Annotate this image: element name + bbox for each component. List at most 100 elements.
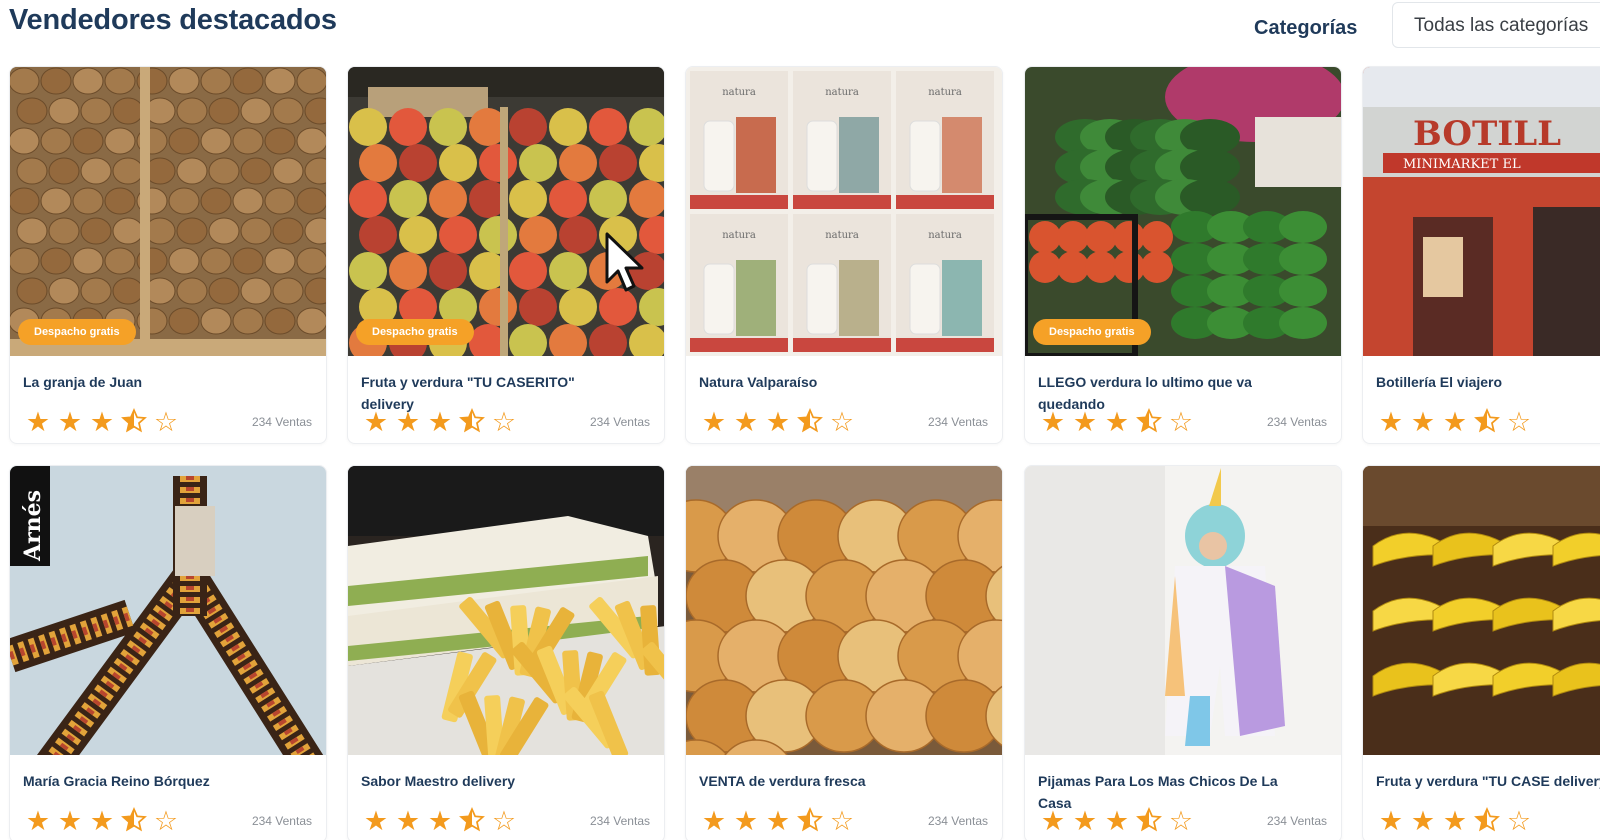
- seller-card[interactable]: natura natura natura natura natura natura Natu…: [685, 66, 1003, 444]
- star-half-icon: [457, 407, 487, 437]
- seller-image[interactable]: [1025, 67, 1341, 356]
- seller-name[interactable]: La granja de Juan: [23, 371, 268, 393]
- seller-name[interactable]: Sabor Maestro delivery: [361, 770, 606, 792]
- star-half-icon: [795, 806, 825, 836]
- apples-in-crates-image: [348, 67, 664, 356]
- seller-card[interactable]: VENTA de verdura fresca ★ ★ ★ ☆ 234 Ventas: [685, 465, 1003, 840]
- star-empty-icon: ☆: [1168, 407, 1194, 437]
- seller-card[interactable]: Pijamas Para Los Mas Chicos De La Casa ★ ★…: [1024, 465, 1342, 840]
- star-full-icon: ★: [1378, 407, 1404, 437]
- mouse-cursor-icon: [605, 232, 644, 292]
- star-full-icon: ★: [1040, 806, 1066, 836]
- star-half-icon: [1472, 407, 1502, 437]
- star-empty-icon: ☆: [1506, 407, 1532, 437]
- rating-stars: ★ ★ ★ ☆: [23, 407, 181, 437]
- seller-card[interactable]: Sabor Maestro delivery ★ ★ ★ ☆ 234 Ventas: [347, 465, 665, 840]
- star-full-icon: ★: [25, 806, 51, 836]
- svg-text:BOTILL: BOTILL: [1413, 114, 1561, 154]
- sales-count: 234 Ventas: [251, 415, 312, 429]
- star-empty-icon: ☆: [829, 806, 855, 836]
- star-full-icon: ★: [363, 407, 389, 437]
- free-shipping-badge: Despacho gratis: [356, 319, 474, 345]
- star-empty-icon: ☆: [829, 407, 855, 437]
- rating-stars: ★ ★ ★ ☆: [1376, 806, 1534, 836]
- vegetables-boxes-image: [1025, 67, 1341, 356]
- seller-name[interactable]: María Gracia Reino Bórquez: [23, 770, 268, 792]
- star-half-icon: [1472, 806, 1502, 836]
- svg-text:natura: natura: [825, 87, 859, 98]
- liquor-store-front-image: BOTILL MINIMARKET EL: [1363, 67, 1600, 356]
- sales-count: 234 Ventas: [589, 814, 650, 828]
- star-empty-icon: ☆: [1168, 806, 1194, 836]
- sales-count: 234 Ventas: [927, 415, 988, 429]
- svg-text:natura: natura: [928, 87, 962, 98]
- svg-text:natura: natura: [928, 230, 962, 241]
- star-full-icon: ★: [1104, 407, 1130, 437]
- seller-image[interactable]: [1025, 466, 1341, 755]
- star-full-icon: ★: [1378, 806, 1404, 836]
- star-full-icon: ★: [1442, 407, 1468, 437]
- star-full-icon: ★: [1410, 407, 1436, 437]
- star-full-icon: ★: [765, 806, 791, 836]
- sales-count: 234 Ventas: [589, 415, 650, 429]
- seller-card[interactable]: Despacho gratis La granja de Juan ★ ★ ★ ☆ 234 …: [9, 66, 327, 444]
- svg-text:natura: natura: [722, 230, 756, 241]
- star-full-icon: ★: [1040, 407, 1066, 437]
- star-empty-icon: ☆: [153, 407, 179, 437]
- sales-count: 234 Ventas: [927, 814, 988, 828]
- rating-stars: ★ ★ ★ ☆: [1038, 806, 1196, 836]
- star-full-icon: ★: [89, 407, 115, 437]
- rating-stars: ★ ★ ★ ☆: [1376, 407, 1534, 437]
- unicorn-pajamas-image: [1025, 466, 1341, 755]
- seller-image[interactable]: [1363, 466, 1600, 755]
- seller-card[interactable]: Fruta y verdura "TU CASE delivery★★★☆234…: [1362, 465, 1600, 840]
- star-full-icon: ★: [427, 407, 453, 437]
- rating-stars: ★ ★ ★ ☆: [699, 806, 857, 836]
- star-full-icon: ★: [395, 407, 421, 437]
- star-full-icon: ★: [1410, 806, 1436, 836]
- svg-text:Arnés: Arnés: [20, 490, 46, 562]
- sales-count: 234 Ventas: [1266, 415, 1327, 429]
- seller-image[interactable]: [348, 67, 664, 356]
- free-shipping-badge: Despacho gratis: [18, 319, 136, 345]
- star-full-icon: ★: [395, 806, 421, 836]
- seller-image[interactable]: BOTILL MINIMARKET EL: [1363, 67, 1600, 356]
- categories-label: Categorías: [1254, 17, 1358, 39]
- dog-harness-image: Arnés: [10, 466, 326, 755]
- star-full-icon: ★: [363, 806, 389, 836]
- star-half-icon: [457, 806, 487, 836]
- star-full-icon: ★: [427, 806, 453, 836]
- rating-stars: ★ ★ ★ ☆: [23, 806, 181, 836]
- star-half-icon: [119, 806, 149, 836]
- rating-stars: ★ ★ ★ ☆: [699, 407, 857, 437]
- seller-image[interactable]: [686, 466, 1002, 755]
- star-full-icon: ★: [701, 407, 727, 437]
- seller-name[interactable]: Botillería El viajero: [1376, 371, 1600, 393]
- seller-image[interactable]: natura natura natura natura natura natura: [686, 67, 1002, 356]
- seller-image[interactable]: [348, 466, 664, 755]
- rating-stars: ★ ★ ★ ☆: [361, 806, 519, 836]
- svg-text:MINIMARKET EL: MINIMARKET EL: [1403, 157, 1521, 172]
- star-half-icon: [1134, 407, 1164, 437]
- seller-name[interactable]: Natura Valparaíso: [699, 371, 944, 393]
- star-full-icon: ★: [733, 407, 759, 437]
- star-full-icon: ★: [1104, 806, 1130, 836]
- seller-name[interactable]: VENTA de verdura fresca: [699, 770, 944, 792]
- seller-image[interactable]: Arnés: [10, 466, 326, 755]
- bananas-image: [1363, 466, 1600, 755]
- seller-name[interactable]: Fruta y verdura "TU CASE delivery: [1376, 770, 1600, 792]
- seller-card[interactable]: Arnés María Gracia Reino Bórquez ★ ★ ★ ☆ 234 V…: [9, 465, 327, 840]
- seller-card[interactable]: BOTILL MINIMARKET EL Botillería El viajero…: [1362, 66, 1600, 444]
- kiwis-in-crates-image: [10, 67, 326, 356]
- star-empty-icon: ☆: [153, 806, 179, 836]
- sales-count: 234 Ventas: [1266, 814, 1327, 828]
- star-full-icon: ★: [89, 806, 115, 836]
- star-full-icon: ★: [1072, 806, 1098, 836]
- star-half-icon: [119, 407, 149, 437]
- rating-stars: ★ ★ ★ ☆: [361, 407, 519, 437]
- categories-select[interactable]: Todas las categorías: [1392, 2, 1600, 48]
- seller-card[interactable]: Despacho gratis LLEGO verdura lo ultimo q…: [1024, 66, 1342, 444]
- free-shipping-badge: Despacho gratis: [1033, 319, 1151, 345]
- star-full-icon: ★: [1442, 806, 1468, 836]
- seller-image[interactable]: [10, 67, 326, 356]
